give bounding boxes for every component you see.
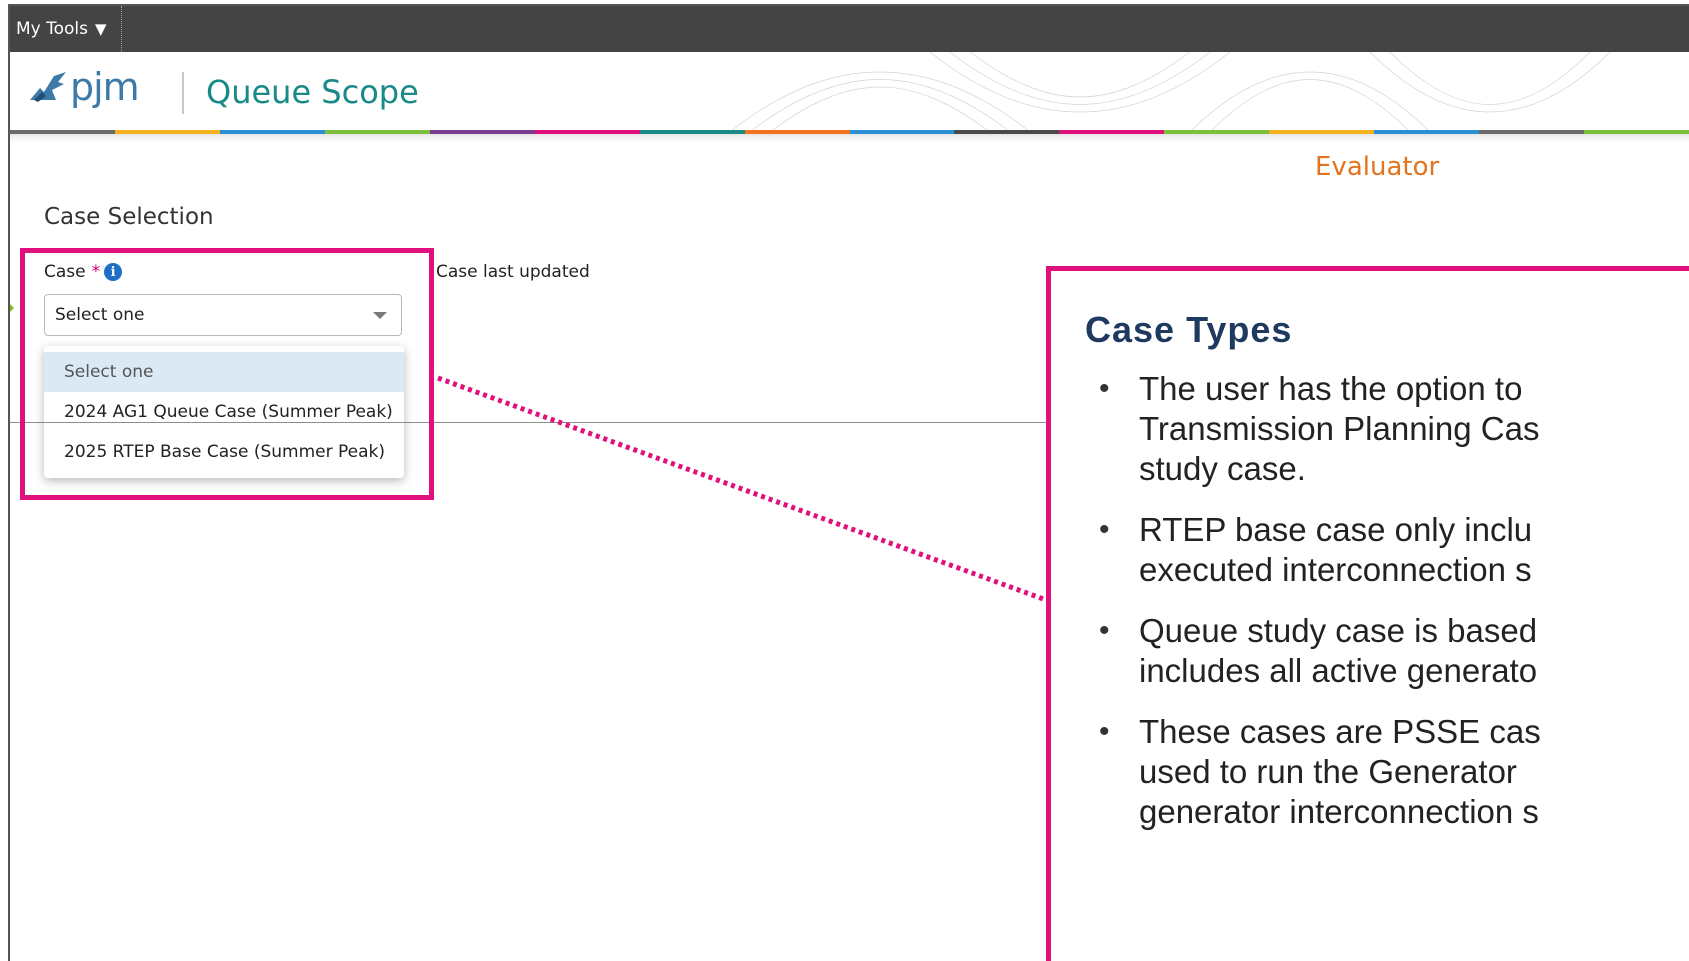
bullet-line: study case. [1139, 450, 1306, 487]
app-window: My Tools ▼ pjm Queue Scope Evaluator Cas… [8, 4, 1689, 961]
pjm-logo[interactable]: pjm [28, 65, 140, 109]
pointer-arrow-inner [8, 297, 9, 319]
pointer-arrow-icon [10, 292, 14, 324]
callout-bullet-list: • The user has the option to Transmissio… [1091, 369, 1689, 853]
bullet-line: Queue study case is based [1139, 612, 1538, 649]
bullet-dot: • [1099, 715, 1110, 748]
header-shadow [10, 134, 1689, 142]
callout-bullet: • The user has the option to Transmissio… [1091, 369, 1689, 489]
top-toolbar: My Tools ▼ [10, 6, 1689, 52]
case-types-callout: Case Types • The user has the option to … [1046, 266, 1689, 961]
bullet-dot: • [1099, 614, 1110, 647]
callout-bullet: • These cases are PSSE cas used to run t… [1091, 712, 1689, 832]
my-tools-label: My Tools [16, 19, 89, 39]
logo-text: pjm [70, 65, 140, 109]
bullet-line: generator interconnection s [1139, 793, 1539, 830]
decorative-swirl-art [729, 52, 1611, 132]
callout-bullet: • Queue study case is based includes all… [1091, 611, 1689, 691]
bullet-line: executed interconnection s [1139, 551, 1532, 588]
bullet-dot: • [1099, 513, 1110, 546]
callout-title: Case Types [1085, 309, 1293, 350]
bullet-line: These cases are PSSE cas [1139, 713, 1541, 750]
pjm-bird-logo-icon [30, 72, 66, 102]
case-last-updated-label: Case last updated [436, 262, 590, 282]
my-tools-menu[interactable]: My Tools ▼ [10, 6, 122, 52]
callout-bullet: • RTEP base case only inclu executed int… [1091, 510, 1689, 590]
caret-down-icon: ▼ [95, 20, 107, 38]
case-selection-highlight [20, 248, 434, 500]
header-divider [182, 72, 184, 114]
bullet-dot: • [1099, 372, 1110, 405]
bullet-line: RTEP base case only inclu [1139, 511, 1533, 548]
bullet-line: The user has the option to [1139, 370, 1523, 407]
user-role-label: Evaluator [1315, 152, 1440, 182]
app-header: pjm Queue Scope [10, 52, 1689, 132]
bullet-line: used to run the Generator [1139, 753, 1517, 790]
bullet-line: Transmission Planning Cas [1139, 410, 1540, 447]
bullet-line: includes all active generato [1139, 652, 1538, 689]
app-title: Queue Scope [206, 73, 419, 111]
section-title: Case Selection [44, 204, 214, 230]
